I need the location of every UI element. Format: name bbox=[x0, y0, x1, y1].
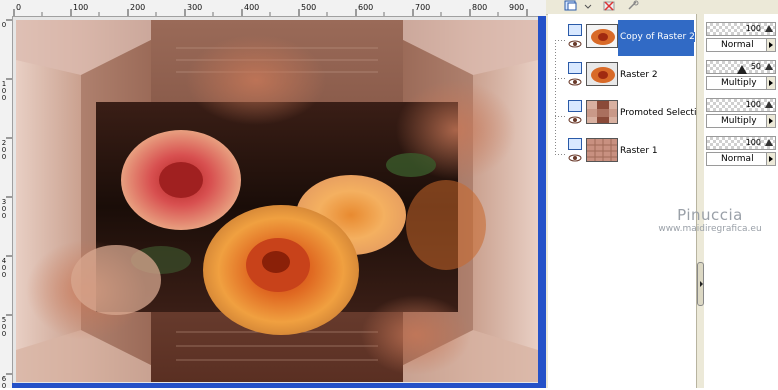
layers-toolbar bbox=[546, 0, 778, 15]
opacity-value: 50 bbox=[750, 62, 761, 71]
ruler-label: 0 bbox=[16, 3, 22, 12]
horizontal-ruler: 0 100 200 300 400 500 600 700 800 900 bbox=[0, 0, 546, 17]
ruler-label: 200 bbox=[130, 3, 146, 12]
layer-props-copy-of-raster-2: 100 Normal bbox=[704, 20, 778, 56]
eye-icon[interactable] bbox=[568, 116, 582, 124]
canvas-image[interactable] bbox=[16, 20, 538, 382]
ruler-label: 1 0 0 bbox=[1, 80, 7, 102]
raster-layer-icon bbox=[568, 138, 582, 150]
chevron-down-icon[interactable] bbox=[584, 0, 592, 12]
blend-mode-value: Normal bbox=[721, 154, 754, 164]
slider-arrow-icon[interactable] bbox=[765, 139, 773, 146]
slider-knob-icon[interactable] bbox=[737, 65, 747, 74]
blend-mode-value: Multiply bbox=[721, 78, 757, 88]
eye-icon[interactable] bbox=[568, 154, 582, 162]
ruler-label: 3 0 0 bbox=[1, 198, 7, 220]
layer-properties: 100 Normal 50 Multiply 100 Multiply 100 … bbox=[704, 14, 778, 388]
watermark: Pinuccia www.maidiregrafica.eu bbox=[640, 206, 778, 234]
rose-thumb bbox=[586, 62, 618, 86]
layers-palette: Copy of Raster 2 Raster 2 Promoted Selec… bbox=[546, 0, 778, 388]
ruler-label: 0 bbox=[1, 21, 7, 29]
ruler-label: 4 0 0 bbox=[1, 257, 7, 279]
layer-row-promoted-selection[interactable]: Promoted Selectio bbox=[548, 96, 702, 132]
opacity-slider[interactable]: 100 bbox=[706, 22, 776, 36]
link-icon[interactable] bbox=[626, 0, 640, 12]
ruler-label: 100 bbox=[73, 3, 89, 12]
watermark-site: www.maidiregrafica.eu bbox=[658, 224, 762, 234]
raster-layer-icon bbox=[568, 62, 582, 74]
eye-icon[interactable] bbox=[568, 40, 582, 48]
rose-thumb bbox=[586, 24, 618, 48]
ruler-label: 600 bbox=[358, 3, 374, 12]
dropdown-arrow-icon[interactable] bbox=[766, 152, 776, 166]
opacity-value: 100 bbox=[745, 24, 761, 33]
vertical-scrollbar[interactable] bbox=[538, 16, 546, 388]
slider-arrow-icon[interactable] bbox=[765, 63, 773, 70]
blend-mode-select[interactable]: Normal bbox=[706, 38, 776, 52]
layer-list: Copy of Raster 2 Raster 2 Promoted Selec… bbox=[548, 14, 702, 388]
dropdown-arrow-icon[interactable] bbox=[766, 114, 776, 128]
frame-thumb bbox=[586, 100, 618, 124]
slider-arrow-icon[interactable] bbox=[765, 101, 773, 108]
layer-name: Raster 2 bbox=[620, 70, 658, 80]
ruler-label: 300 bbox=[187, 3, 203, 12]
dropdown-arrow-icon[interactable] bbox=[766, 76, 776, 90]
new-layer-icon[interactable] bbox=[564, 0, 578, 12]
opacity-slider[interactable]: 50 bbox=[706, 60, 776, 74]
ruler-label: 400 bbox=[244, 3, 260, 12]
opacity-value: 100 bbox=[745, 138, 761, 147]
opacity-slider[interactable]: 100 bbox=[706, 98, 776, 112]
delete-layer-icon[interactable] bbox=[602, 0, 616, 12]
layer-row-raster-1[interactable]: Raster 1 bbox=[548, 134, 694, 170]
raster-layer-icon bbox=[568, 24, 582, 36]
blend-mode-select[interactable]: Multiply bbox=[706, 114, 776, 128]
dropdown-arrow-icon[interactable] bbox=[766, 38, 776, 52]
ruler-label: 800 bbox=[472, 3, 488, 12]
ruler-label: 500 bbox=[301, 3, 317, 12]
opacity-slider[interactable]: 100 bbox=[706, 136, 776, 150]
layer-name: Copy of Raster 2 bbox=[620, 32, 695, 42]
layer-row-raster-2[interactable]: Raster 2 bbox=[548, 58, 694, 94]
layer-props-raster-2: 50 Multiply bbox=[704, 58, 778, 94]
opacity-value: 100 bbox=[745, 100, 761, 109]
ruler-label: 700 bbox=[415, 3, 431, 12]
canvas-pane: 0 100 200 300 400 500 600 700 800 900 0 … bbox=[0, 0, 546, 390]
raster-layer-icon bbox=[568, 100, 582, 112]
ruler-label: 2 0 0 bbox=[1, 139, 7, 161]
layer-row-copy-of-raster-2[interactable]: Copy of Raster 2 bbox=[548, 20, 695, 56]
blend-mode-select[interactable]: Multiply bbox=[706, 76, 776, 90]
blend-mode-value: Normal bbox=[721, 40, 754, 50]
horizontal-scrollbar[interactable] bbox=[12, 383, 538, 388]
layer-props-raster-1: 100 Normal bbox=[704, 134, 778, 170]
pattern-thumb bbox=[586, 138, 618, 162]
vertical-ruler: 0 1 0 0 2 0 0 3 0 0 4 0 0 5 0 0 6 0 bbox=[0, 16, 13, 390]
layer-name: Promoted Selectio bbox=[620, 108, 702, 118]
slider-arrow-icon[interactable] bbox=[765, 25, 773, 32]
splitter-grip[interactable] bbox=[697, 262, 704, 306]
blend-mode-select[interactable]: Normal bbox=[706, 152, 776, 166]
blend-mode-value: Multiply bbox=[721, 116, 757, 126]
eye-icon[interactable] bbox=[568, 78, 582, 86]
layer-props-promoted-selection: 100 Multiply bbox=[704, 96, 778, 132]
ruler-label: 900 bbox=[509, 3, 525, 12]
layer-name: Raster 1 bbox=[620, 146, 658, 156]
watermark-name: Pinuccia bbox=[677, 206, 743, 224]
ruler-label: 5 0 0 bbox=[1, 316, 7, 338]
